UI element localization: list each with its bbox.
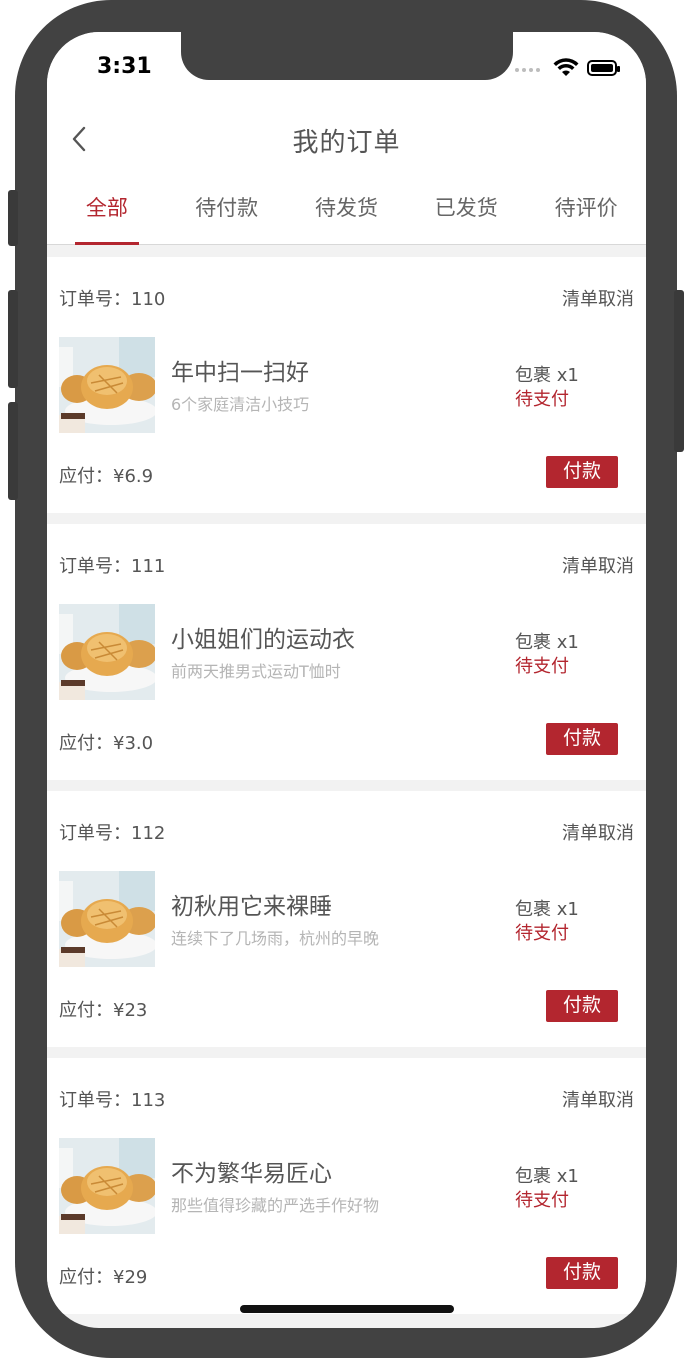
order-number-label: 订单号： (59, 823, 131, 844)
package-count: 包裹 x1 (515, 1166, 579, 1187)
order-card: 订单号：113 清单取消 不为繁华易匠心 那些值得珍藏的严选手作好物 包裹 x1… (47, 1058, 646, 1314)
amount-due: 应付：¥29 (59, 1263, 147, 1289)
bread-image (59, 871, 155, 967)
wifi-icon (553, 58, 579, 76)
nav-bar: 我的订单 (47, 104, 646, 172)
product-description: 6个家庭清洁小技巧 (171, 395, 310, 414)
package-count: 包裹 x1 (515, 365, 579, 386)
amount-value: ¥3.0 (113, 733, 154, 754)
screen: 3:31 我的订单 全部 待付款 待发货 已发货 待评价 订单号：110 清单取… (47, 32, 646, 1328)
payment-status: 待支付 (515, 389, 569, 410)
bread-image (59, 1138, 155, 1234)
product-description: 那些值得珍藏的严选手作好物 (171, 1196, 380, 1215)
order-card: 订单号：110 清单取消 年中扫一扫好 6个家庭清洁小技巧 包裹 x1 待支付 … (47, 257, 646, 513)
amount-due: 应付：¥6.9 (59, 462, 153, 488)
order-number-label: 订单号： (59, 289, 131, 310)
cancel-order-link[interactable]: 清单取消 (562, 1086, 634, 1112)
package-count: 包裹 x1 (515, 632, 579, 653)
product-description: 连续下了几场雨，杭州的早晚 (171, 929, 380, 948)
cancel-order-link[interactable]: 清单取消 (562, 285, 634, 311)
package-count: 包裹 x1 (515, 899, 579, 920)
product-image[interactable] (59, 337, 155, 433)
power-button (674, 290, 684, 452)
product-description: 前两天推男式运动T恤时 (171, 662, 341, 681)
amount-due: 应付：¥23 (59, 996, 147, 1022)
order-number-value: 110 (131, 289, 166, 310)
status-time: 3:31 (97, 54, 152, 79)
volume-up-button (8, 290, 18, 388)
tab-pending-shipment[interactable]: 待发货 (287, 172, 407, 244)
order-number: 订单号：110 (59, 285, 165, 311)
order-number-value: 113 (131, 1090, 166, 1111)
order-card: 订单号：112 清单取消 初秋用它来裸睡 连续下了几场雨，杭州的早晚 包裹 x1… (47, 791, 646, 1047)
bread-image (59, 604, 155, 700)
product-title: 初秋用它来裸睡 (171, 894, 332, 920)
tab-all[interactable]: 全部 (47, 172, 167, 244)
cellular-signal-icon (515, 68, 540, 72)
product-image[interactable] (59, 1138, 155, 1234)
home-indicator[interactable] (240, 1305, 454, 1313)
amount-value: ¥23 (113, 1000, 148, 1021)
notch (181, 32, 513, 80)
amount-value: ¥29 (113, 1267, 148, 1288)
order-number-value: 112 (131, 823, 166, 844)
mute-switch (8, 190, 18, 246)
cancel-order-link[interactable]: 清单取消 (562, 552, 634, 578)
order-number-label: 订单号： (59, 1090, 131, 1111)
pay-button[interactable]: 付款 (546, 1257, 618, 1289)
amount-label: 应付： (59, 466, 113, 487)
order-list: 订单号：110 清单取消 年中扫一扫好 6个家庭清洁小技巧 包裹 x1 待支付 … (47, 257, 646, 1325)
amount-label: 应付： (59, 1267, 113, 1288)
tab-shipped[interactable]: 已发货 (406, 172, 526, 244)
order-number: 订单号：113 (59, 1086, 165, 1112)
product-title: 年中扫一扫好 (171, 360, 309, 386)
order-number-label: 订单号： (59, 556, 131, 577)
pay-button[interactable]: 付款 (546, 990, 618, 1022)
amount-due: 应付：¥3.0 (59, 729, 153, 755)
amount-label: 应付： (59, 1000, 113, 1021)
tab-pending-payment[interactable]: 待付款 (167, 172, 287, 244)
order-number: 订单号：111 (59, 552, 165, 578)
pay-button[interactable]: 付款 (546, 723, 618, 755)
battery-icon (587, 60, 620, 76)
product-title: 小姐姐们的运动衣 (171, 627, 355, 653)
payment-status: 待支付 (515, 923, 569, 944)
order-tabs: 全部 待付款 待发货 已发货 待评价 (47, 172, 646, 245)
pay-button[interactable]: 付款 (546, 456, 618, 488)
volume-down-button (8, 402, 18, 500)
product-image[interactable] (59, 871, 155, 967)
order-number-value: 111 (131, 556, 166, 577)
cancel-order-link[interactable]: 清单取消 (562, 819, 634, 845)
product-title: 不为繁华易匠心 (171, 1161, 332, 1187)
amount-label: 应付： (59, 733, 113, 754)
order-card: 订单号：111 清单取消 小姐姐们的运动衣 前两天推男式运动T恤时 包裹 x1 … (47, 524, 646, 780)
order-number: 订单号：112 (59, 819, 165, 845)
tab-pending-review[interactable]: 待评价 (526, 172, 646, 244)
product-image[interactable] (59, 604, 155, 700)
bread-image (59, 337, 155, 433)
page-title: 我的订单 (292, 128, 401, 158)
payment-status: 待支付 (515, 1190, 569, 1211)
amount-value: ¥6.9 (113, 466, 154, 487)
payment-status: 待支付 (515, 656, 569, 677)
